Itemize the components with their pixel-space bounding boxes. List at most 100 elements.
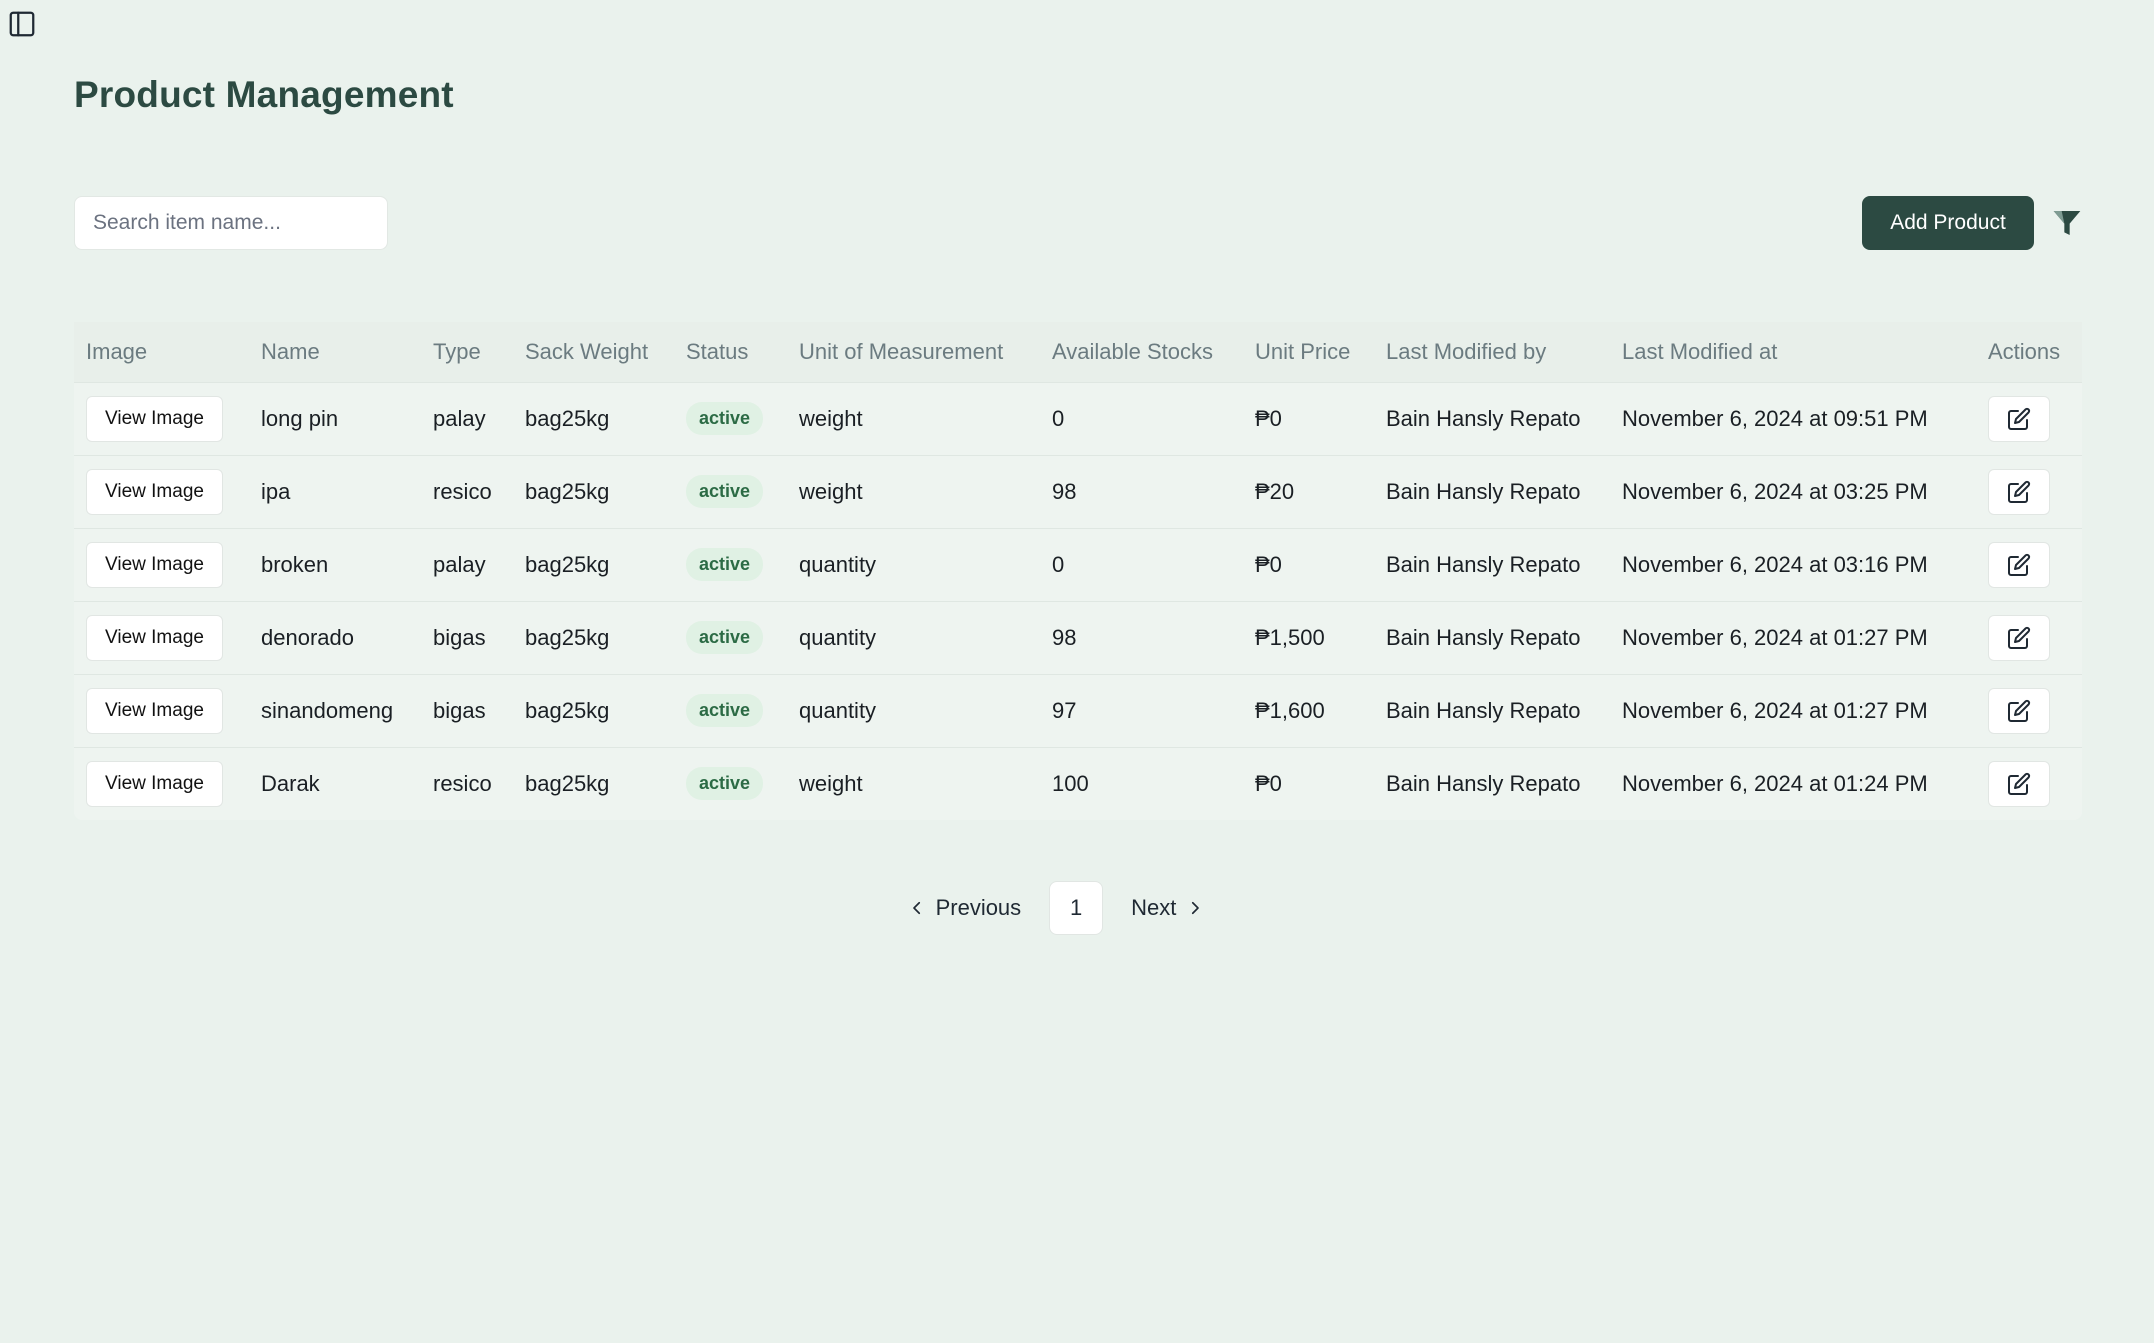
unit-of-measurement: quantity bbox=[799, 697, 877, 723]
status-badge: active bbox=[686, 402, 764, 435]
product-name: broken bbox=[261, 551, 329, 577]
view-image-button[interactable]: View Image bbox=[86, 614, 223, 661]
unit-price: ₱0 bbox=[1255, 551, 1282, 577]
edit-button[interactable] bbox=[1988, 541, 2050, 588]
last-modified-at: November 6, 2024 at 09:51 PM bbox=[1622, 405, 1928, 431]
unit-price: ₱20 bbox=[1255, 478, 1295, 504]
available-stocks: 98 bbox=[1052, 624, 1077, 650]
view-image-button[interactable]: View Image bbox=[86, 541, 223, 588]
sack-weight: bag25kg bbox=[525, 478, 610, 504]
unit-of-measurement: quantity bbox=[799, 624, 877, 650]
product-name: Darak bbox=[261, 770, 320, 796]
column-header-unit-price: Unit Price bbox=[1255, 338, 1351, 364]
image-cell: View Image bbox=[74, 455, 249, 528]
unit-price: ₱1,500 bbox=[1255, 624, 1325, 650]
last-modified-by: Bain Hansly Repato bbox=[1386, 478, 1581, 504]
sidebar-toggle-button[interactable] bbox=[6, 8, 38, 40]
column-header-name: Name bbox=[261, 338, 320, 364]
actions-cell bbox=[1976, 601, 2082, 674]
last-modified-at: November 6, 2024 at 01:27 PM bbox=[1622, 624, 1928, 650]
page-number-button[interactable]: 1 bbox=[1049, 881, 1104, 935]
last-modified-at: November 6, 2024 at 03:16 PM bbox=[1622, 551, 1928, 577]
product-type: palay bbox=[433, 551, 486, 577]
edit-icon bbox=[2008, 626, 2031, 649]
page-title: Product Management bbox=[74, 74, 454, 115]
view-image-button[interactable]: View Image bbox=[86, 687, 223, 734]
last-modified-by: Bain Hansly Repato bbox=[1386, 551, 1581, 577]
product-type: bigas bbox=[433, 624, 486, 650]
status-badge: active bbox=[686, 694, 764, 727]
last-modified-by: Bain Hansly Repato bbox=[1386, 624, 1581, 650]
view-image-button[interactable]: View Image bbox=[86, 760, 223, 807]
edit-button[interactable] bbox=[1988, 760, 2050, 807]
add-product-button[interactable]: Add Product bbox=[1862, 196, 2034, 250]
table-row: View Image sinandomeng bigas bag25kg active q… bbox=[74, 674, 2082, 747]
edit-icon bbox=[2008, 407, 2031, 430]
filter-button[interactable] bbox=[2048, 204, 2086, 242]
edit-icon bbox=[2008, 480, 2031, 503]
actions-cell bbox=[1976, 382, 2082, 455]
view-image-button[interactable]: View Image bbox=[86, 468, 223, 515]
actions-cell bbox=[1976, 528, 2082, 601]
unit-price: ₱0 bbox=[1255, 405, 1282, 431]
previous-page-button[interactable]: Previous bbox=[894, 881, 1036, 935]
next-label: Next bbox=[1131, 895, 1177, 920]
table-row: View Image broken palay bag25kg active quanti… bbox=[74, 528, 2082, 601]
available-stocks: 97 bbox=[1052, 697, 1077, 723]
available-stocks: 0 bbox=[1052, 405, 1065, 431]
search-input[interactable] bbox=[74, 196, 388, 250]
view-image-button[interactable]: View Image bbox=[86, 395, 223, 442]
edit-button[interactable] bbox=[1988, 687, 2050, 734]
unit-price: ₱1,600 bbox=[1255, 697, 1325, 723]
unit-price: ₱0 bbox=[1255, 770, 1282, 796]
product-name: sinandomeng bbox=[261, 697, 394, 723]
table-row: View Image denorado bigas bag25kg active quan… bbox=[74, 601, 2082, 674]
sack-weight: bag25kg bbox=[525, 697, 610, 723]
table-header-row: Image Name Type Sack Weight Status Unit of Me… bbox=[74, 322, 2082, 382]
product-type: palay bbox=[433, 405, 486, 431]
edit-icon bbox=[2008, 699, 2031, 722]
sidebar-toggle-icon bbox=[9, 11, 35, 37]
status-badge: active bbox=[686, 621, 764, 654]
last-modified-by: Bain Hansly Repato bbox=[1386, 697, 1581, 723]
table-row: View Image ipa resico bag25kg active weight 98… bbox=[74, 455, 2082, 528]
column-header-actions: Actions bbox=[1988, 338, 2061, 364]
last-modified-at: November 6, 2024 at 01:27 PM bbox=[1622, 697, 1928, 723]
edit-button[interactable] bbox=[1988, 614, 2050, 661]
product-type: resico bbox=[433, 770, 492, 796]
last-modified-by: Bain Hansly Repato bbox=[1386, 770, 1581, 796]
status-badge: active bbox=[686, 475, 764, 508]
unit-of-measurement: weight bbox=[799, 770, 863, 796]
image-cell: View Image bbox=[74, 747, 249, 820]
unit-of-measurement: weight bbox=[799, 405, 863, 431]
column-header-status: Status bbox=[686, 338, 749, 364]
sack-weight: bag25kg bbox=[525, 551, 610, 577]
status-cell: active bbox=[674, 528, 787, 601]
available-stocks: 0 bbox=[1052, 551, 1065, 577]
unit-of-measurement: weight bbox=[799, 478, 863, 504]
column-header-image: Image bbox=[86, 338, 148, 364]
next-page-button[interactable]: Next bbox=[1117, 881, 1218, 935]
image-cell: View Image bbox=[74, 382, 249, 455]
status-cell: active bbox=[674, 601, 787, 674]
status-cell: active bbox=[674, 747, 787, 820]
last-modified-at: November 6, 2024 at 03:25 PM bbox=[1622, 478, 1928, 504]
status-cell: active bbox=[674, 382, 787, 455]
image-cell: View Image bbox=[74, 674, 249, 747]
status-cell: active bbox=[674, 674, 787, 747]
edit-icon bbox=[2008, 553, 2031, 576]
available-stocks: 100 bbox=[1052, 770, 1089, 796]
image-cell: View Image bbox=[74, 528, 249, 601]
product-type: resico bbox=[433, 478, 492, 504]
edit-button[interactable] bbox=[1988, 395, 2050, 442]
last-modified-at: November 6, 2024 at 01:24 PM bbox=[1622, 770, 1928, 796]
column-header-type: Type bbox=[433, 338, 481, 364]
edit-button[interactable] bbox=[1988, 468, 2050, 515]
actions-cell bbox=[1976, 674, 2082, 747]
table-row: View Image Darak resico bag25kg active weight… bbox=[74, 747, 2082, 820]
sack-weight: bag25kg bbox=[525, 770, 610, 796]
image-cell: View Image bbox=[74, 601, 249, 674]
edit-icon bbox=[2008, 772, 2031, 795]
filter-icon bbox=[2053, 211, 2081, 235]
product-name: ipa bbox=[261, 478, 291, 504]
